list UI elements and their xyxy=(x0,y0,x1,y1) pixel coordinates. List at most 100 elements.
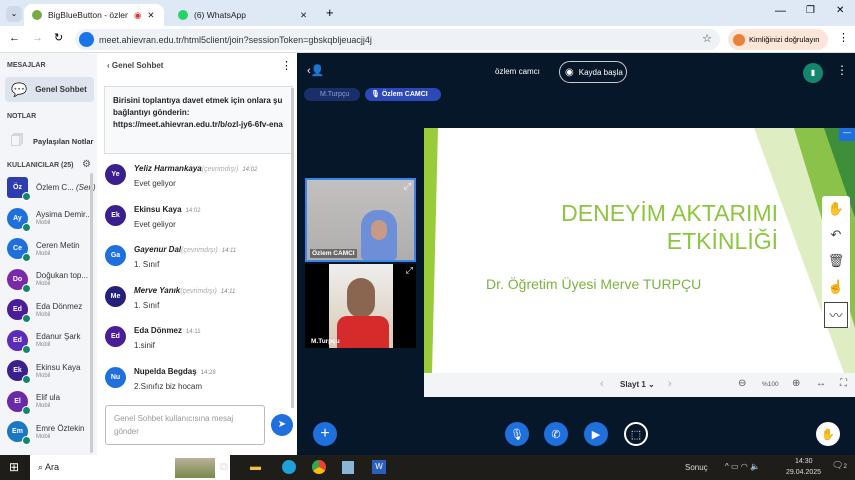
weather-widget[interactable]: Sonuç xyxy=(685,463,708,472)
chat-back-button[interactable]: ‹ Genel Sohbet xyxy=(107,61,163,70)
chat-options-icon[interactable]: ⋮ xyxy=(281,59,292,72)
fit-width-button[interactable]: ↔ xyxy=(816,378,826,389)
actions-plus-button[interactable]: + xyxy=(313,422,337,446)
chrome-icon[interactable] xyxy=(312,460,326,474)
status-badge xyxy=(22,405,31,415)
bookmark-star-icon[interactable]: ☆ xyxy=(702,32,712,45)
sender-name: Nupelda Begdaş xyxy=(134,366,197,376)
pan-hand-tool[interactable]: ✋ xyxy=(822,196,850,222)
avatar: Ce xyxy=(7,238,31,262)
user-device: Mobil xyxy=(36,220,51,226)
minimize-presentation-button[interactable]: — xyxy=(839,128,855,141)
talker-ozlem-camci[interactable]: 🎙 Özlem CAMCI xyxy=(365,88,441,101)
back-icon[interactable]: ← xyxy=(9,32,20,44)
chat-bubbles-icon: 💬 xyxy=(11,81,28,97)
chat-message: Ek Ekinsu Kaya 14:02 Evet geliyor xyxy=(105,204,201,229)
zoom-in-button[interactable]: ⊕ xyxy=(792,378,800,389)
pointer-tool[interactable]: ☝ xyxy=(822,274,850,300)
slide-select[interactable]: Slayt 1 ⌄ xyxy=(620,380,655,389)
taskbar-search[interactable]: ⌕ Ara xyxy=(30,455,230,480)
task-view-icon[interactable]: ⧉ xyxy=(220,461,228,474)
tab-bigbluebutton[interactable]: BigBlueButton - özlem camcı ◉ ✕ xyxy=(24,4,164,26)
avatar: Ek xyxy=(7,360,31,384)
tab-whatsapp[interactable]: (6) WhatsApp ✕ xyxy=(170,4,320,26)
users-scrollbar[interactable] xyxy=(90,173,93,453)
browser-menu-icon[interactable]: ⋮ xyxy=(838,31,849,44)
shared-notes-item[interactable]: 🗍 Paylaşılan Notlar xyxy=(5,129,94,154)
maximize-button[interactable]: ❐ xyxy=(806,5,815,16)
user-list-item[interactable]: Ed Eda Dönmez Mobil xyxy=(7,299,82,323)
prev-slide-button[interactable]: ‹ xyxy=(600,378,604,390)
camera-button[interactable]: ▶ xyxy=(584,422,608,446)
recording-icon: ◉ xyxy=(134,9,142,20)
user-list-item[interactable]: Ed Edanur Şark Mobil xyxy=(7,329,81,354)
message-input[interactable]: Genel Sohbet kullanıcısına mesaj gönder xyxy=(105,405,265,445)
presentation-toolbar: ‹ Slayt 1 ⌄ › ⊖ %100 ⊕ ↔ ⛶ xyxy=(424,373,855,397)
user-list-item[interactable]: Em Emre Öztekin Mobil xyxy=(7,421,85,445)
multiuser-tool[interactable]: 〰 xyxy=(824,302,848,328)
user-name: Emre Öztekin xyxy=(36,423,85,433)
send-button[interactable]: ➤ xyxy=(271,414,293,436)
microphone-button[interactable]: 🎙 xyxy=(505,422,529,446)
public-chat-item[interactable]: 💬 Genel Sohbet xyxy=(5,77,94,102)
options-menu-icon[interactable]: ⋮ xyxy=(836,63,848,77)
message-text: Evet geliyor xyxy=(134,179,176,188)
new-tab-button[interactable]: + xyxy=(326,5,334,20)
close-tab-icon[interactable]: ✕ xyxy=(300,10,307,21)
video-ozlem-camci[interactable]: ⤢ Özlem CAMCI xyxy=(305,178,416,262)
whatsapp-favicon-icon xyxy=(178,10,188,20)
undo-tool[interactable]: ↶ xyxy=(822,222,850,248)
toggle-userlist-icon[interactable]: ‹👤 xyxy=(307,64,324,77)
user-list-item[interactable]: Ek Ekinsu Kaya Mobil xyxy=(7,360,80,384)
message-time: 14:11 xyxy=(186,329,201,335)
notifications-icon[interactable]: 🗨2 xyxy=(832,460,847,471)
user-list-item[interactable]: El Elif ula Mobil xyxy=(7,390,60,415)
slide-decoration xyxy=(424,128,855,373)
url-input[interactable]: meet.ahievran.edu.tr/html5client/join?se… xyxy=(75,29,720,50)
raise-hand-button[interactable]: ✋ xyxy=(816,422,840,446)
fullscreen-button[interactable]: ⛶ xyxy=(840,378,847,389)
clock-time: 14:30 xyxy=(795,458,813,465)
reload-icon[interactable]: ↻ xyxy=(54,31,63,44)
user-device: Mobil xyxy=(36,281,51,287)
edge-icon[interactable] xyxy=(282,460,296,474)
site-info-icon[interactable] xyxy=(79,32,94,47)
slide-title-line1: DENEYİM AKTARIMI xyxy=(561,200,778,226)
user-list-item[interactable]: Do Doğukan top... Mobil xyxy=(7,268,88,293)
expand-icon[interactable]: ⤢ xyxy=(406,265,413,276)
user-name: Edanur Şark xyxy=(36,332,81,341)
talker-mturpcu[interactable]: M.Turpçu xyxy=(304,88,360,101)
expand-icon[interactable]: ⤢ xyxy=(404,181,411,192)
message-text: 1.sinif xyxy=(134,341,155,350)
search-highlight-image xyxy=(175,458,215,478)
trash-tool[interactable]: 🗑 xyxy=(822,248,850,274)
user-list-item[interactable]: Öz Özlem C... (Sen) xyxy=(7,177,96,201)
windows-start-icon[interactable]: ⊞ xyxy=(9,460,19,474)
connection-status-icon[interactable]: ▮ xyxy=(803,63,823,83)
close-window-button[interactable]: ✕ xyxy=(836,5,844,16)
user-list-item[interactable]: Ay Aysima Demir... Mobil xyxy=(7,207,92,232)
video-name-label: Özlem CAMCI xyxy=(310,249,357,258)
zoom-out-button[interactable]: ⊖ xyxy=(738,378,746,389)
forward-icon[interactable]: → xyxy=(32,32,43,44)
video-mturpcu[interactable]: ⤢ M.Turpçu xyxy=(305,264,416,348)
app-icon[interactable] xyxy=(342,461,354,474)
phone-audio-button[interactable]: ✆ xyxy=(544,422,568,446)
clock-date: 29.04.2025 xyxy=(786,469,822,476)
chat-scrollbar[interactable] xyxy=(291,88,294,408)
browser-tab-bar: ⌄ BigBlueButton - özlem camcı ◉ ✕ (6) Wh… xyxy=(0,0,855,26)
gear-icon[interactable]: ⚙ xyxy=(82,159,91,170)
system-tray-icons[interactable]: ^ ▭ ◠ 🔈 xyxy=(725,462,760,471)
minimize-button[interactable]: — xyxy=(775,5,786,17)
offline-label: (çevrimdışı) xyxy=(181,247,218,254)
screenshare-button[interactable]: ⬚ xyxy=(624,422,648,446)
user-list-item[interactable]: Ce Ceren Metin Mobil xyxy=(7,238,80,262)
tab-list-button[interactable]: ⌄ xyxy=(6,6,22,22)
record-button[interactable]: ◉ Kayda başla xyxy=(559,61,627,83)
close-tab-icon[interactable]: ✕ xyxy=(147,10,154,21)
profile-button[interactable]: Kimliğinizi doğrulayın xyxy=(728,29,828,50)
next-slide-button[interactable]: › xyxy=(668,378,672,390)
windows-taskbar: ⊞ ⌕ Ara ⧉ ▬ W Sonuç ^ ▭ ◠ 🔈 14:30 29.04.… xyxy=(0,455,855,480)
file-explorer-icon[interactable]: ▬ xyxy=(250,461,261,473)
word-icon[interactable]: W xyxy=(372,460,386,474)
